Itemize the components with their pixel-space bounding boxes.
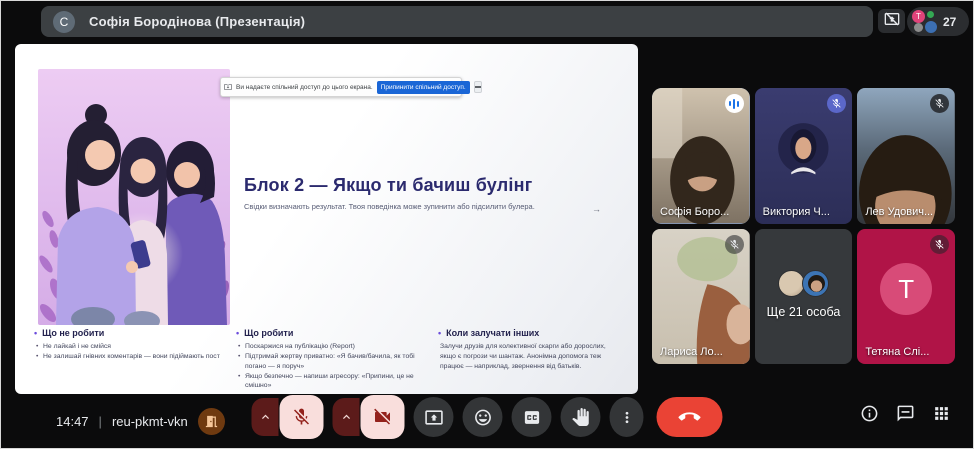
chevron-up-icon xyxy=(258,410,272,424)
bullet-dot: • xyxy=(34,328,37,338)
mic-toggle-button[interactable] xyxy=(280,395,324,439)
bullet-dot: • xyxy=(438,328,441,338)
list-item: Підтримай жертву приватно: «Я бачив/бачи… xyxy=(245,352,424,372)
screen-share-banner: Ви надаєте спільний доступ до цього екра… xyxy=(220,77,462,97)
tile-sofiia[interactable]: Софія Боро... xyxy=(652,88,750,224)
clock: 14:47 xyxy=(56,414,89,429)
stop-presentation-button[interactable] xyxy=(878,9,905,33)
column-paragraph: Залучи друзів для колективної скарги або… xyxy=(438,342,618,372)
tile-larysa[interactable]: Лариса Ло... xyxy=(652,229,750,365)
activities-button[interactable] xyxy=(932,404,951,428)
meet-window: C Софія Бородінова (Презентація) T 27 xyxy=(0,0,974,449)
column-heading: Що робити xyxy=(244,328,293,338)
mic-control-group xyxy=(252,395,324,439)
captions-button[interactable] xyxy=(512,397,552,437)
camera-control-group xyxy=(333,395,405,439)
bullet-dot: • xyxy=(236,328,239,338)
list-item: Не лайкай і не смійся xyxy=(43,342,222,352)
list-item: Якщо безпечно — напиши агресору: «Припин… xyxy=(245,372,424,392)
camera-off-icon xyxy=(373,407,393,427)
slide-title: Блок 2 — Якщо ти бачиш булінг xyxy=(244,175,624,196)
slide-columns: • Що не робити Не лайкай і не смійся Не з… xyxy=(34,328,626,391)
tile-lev[interactable]: Лев Удович... xyxy=(857,88,955,224)
column-what-to-do: • Що робити Поскаржися на публікацію (Rep… xyxy=(236,328,424,391)
list-item: Не залишай гнівних коментарів — вони під… xyxy=(43,352,222,362)
tile-viktoria[interactable]: Виктория Ч... xyxy=(755,88,853,224)
reactions-button[interactable] xyxy=(463,397,503,437)
info-button[interactable] xyxy=(860,404,879,428)
mic-off-icon xyxy=(725,235,744,254)
list-item: Поскаржися на публікацію (Report) xyxy=(245,342,424,352)
info-icon xyxy=(860,404,879,423)
column-heading: Коли залучати інших xyxy=(446,328,539,338)
tile-tetiana[interactable]: Т Тетяна Слі... xyxy=(857,229,955,365)
mic-off-icon xyxy=(930,235,949,254)
chevron-up-icon xyxy=(339,410,353,424)
more-options-button[interactable] xyxy=(610,397,644,437)
present-screen-icon xyxy=(424,408,443,427)
banner-minimize-button[interactable] xyxy=(474,81,482,93)
tile-name: Лев Удович... xyxy=(865,206,933,218)
share-banner-message: Ви надаєте спільний доступ до цього екра… xyxy=(236,84,373,91)
tile-name: Лариса Ло... xyxy=(660,346,723,358)
speaking-indicator-icon xyxy=(725,94,744,113)
panel-controls xyxy=(860,404,951,428)
letter-avatar: Т xyxy=(880,263,932,315)
separator: | xyxy=(99,414,102,429)
presentation-pill[interactable]: C Софія Бородінова (Презентація) xyxy=(41,6,873,37)
call-end-icon xyxy=(679,406,701,428)
mic-off-icon xyxy=(930,94,949,113)
tile-name: Тетяна Слі... xyxy=(865,346,929,358)
share-download-icon xyxy=(224,78,232,96)
participant-avatars-icon: T xyxy=(912,10,938,34)
participant-grid: Софія Боро... Виктория Ч... xyxy=(652,88,955,364)
shared-screen: Ви надаєте спільний доступ до цього екра… xyxy=(15,44,638,394)
column-heading: Що не робити xyxy=(42,328,104,338)
smiley-icon xyxy=(473,408,492,427)
participant-count: 27 xyxy=(943,15,956,29)
chat-icon xyxy=(896,404,915,423)
hang-up-button[interactable] xyxy=(657,397,723,437)
column-when-to-involve-others: • Коли залучати інших Залучи друзів для к… xyxy=(438,328,626,391)
hand-icon xyxy=(572,408,590,426)
presenter-avatar: C xyxy=(53,11,75,33)
camera-options-button[interactable] xyxy=(333,398,360,436)
tile-more-people[interactable]: Ще 21 особа xyxy=(755,229,853,365)
presenter-name: Софія Бородінова (Презентація) xyxy=(89,14,305,29)
call-controls xyxy=(252,395,723,439)
raise-hand-button[interactable] xyxy=(561,397,601,437)
avatar xyxy=(778,270,805,297)
meeting-code: reu-pkmt-vkn xyxy=(112,414,188,429)
camera-toggle-button[interactable] xyxy=(361,395,405,439)
door-icon xyxy=(204,414,219,429)
tile-name: Софія Боро... xyxy=(660,206,729,218)
participants-counter[interactable]: T 27 xyxy=(907,7,969,36)
slide-next-arrow: → xyxy=(592,204,601,214)
present-button[interactable] xyxy=(414,397,454,437)
mic-options-button[interactable] xyxy=(252,398,279,436)
grid-icon xyxy=(932,404,951,423)
minimize-icon xyxy=(475,86,481,88)
tile-name: Виктория Ч... xyxy=(763,206,830,218)
cc-icon xyxy=(522,408,541,427)
slide-subtitle: Свідки визначають результат. Твоя поведі… xyxy=(244,202,634,211)
meeting-info: 14:47 | reu-pkmt-vkn xyxy=(56,408,225,435)
mic-off-icon xyxy=(292,407,312,427)
slide-illustration xyxy=(38,69,230,325)
more-people-label: Ще 21 особа xyxy=(767,305,841,319)
meeting-room-button[interactable] xyxy=(198,408,225,435)
control-bar: 14:47 | reu-pkmt-vkn xyxy=(1,392,973,448)
avatar xyxy=(802,270,829,297)
chat-button[interactable] xyxy=(896,404,915,428)
stop-sharing-button[interactable]: Припинити спільний доступ. xyxy=(377,81,470,94)
more-vert-icon xyxy=(618,409,635,426)
presentation-slash-icon xyxy=(884,11,900,32)
column-what-not-to-do: • Що не робити Не лайкай і не смійся Не з… xyxy=(34,328,222,391)
more-people-avatars xyxy=(778,270,829,297)
